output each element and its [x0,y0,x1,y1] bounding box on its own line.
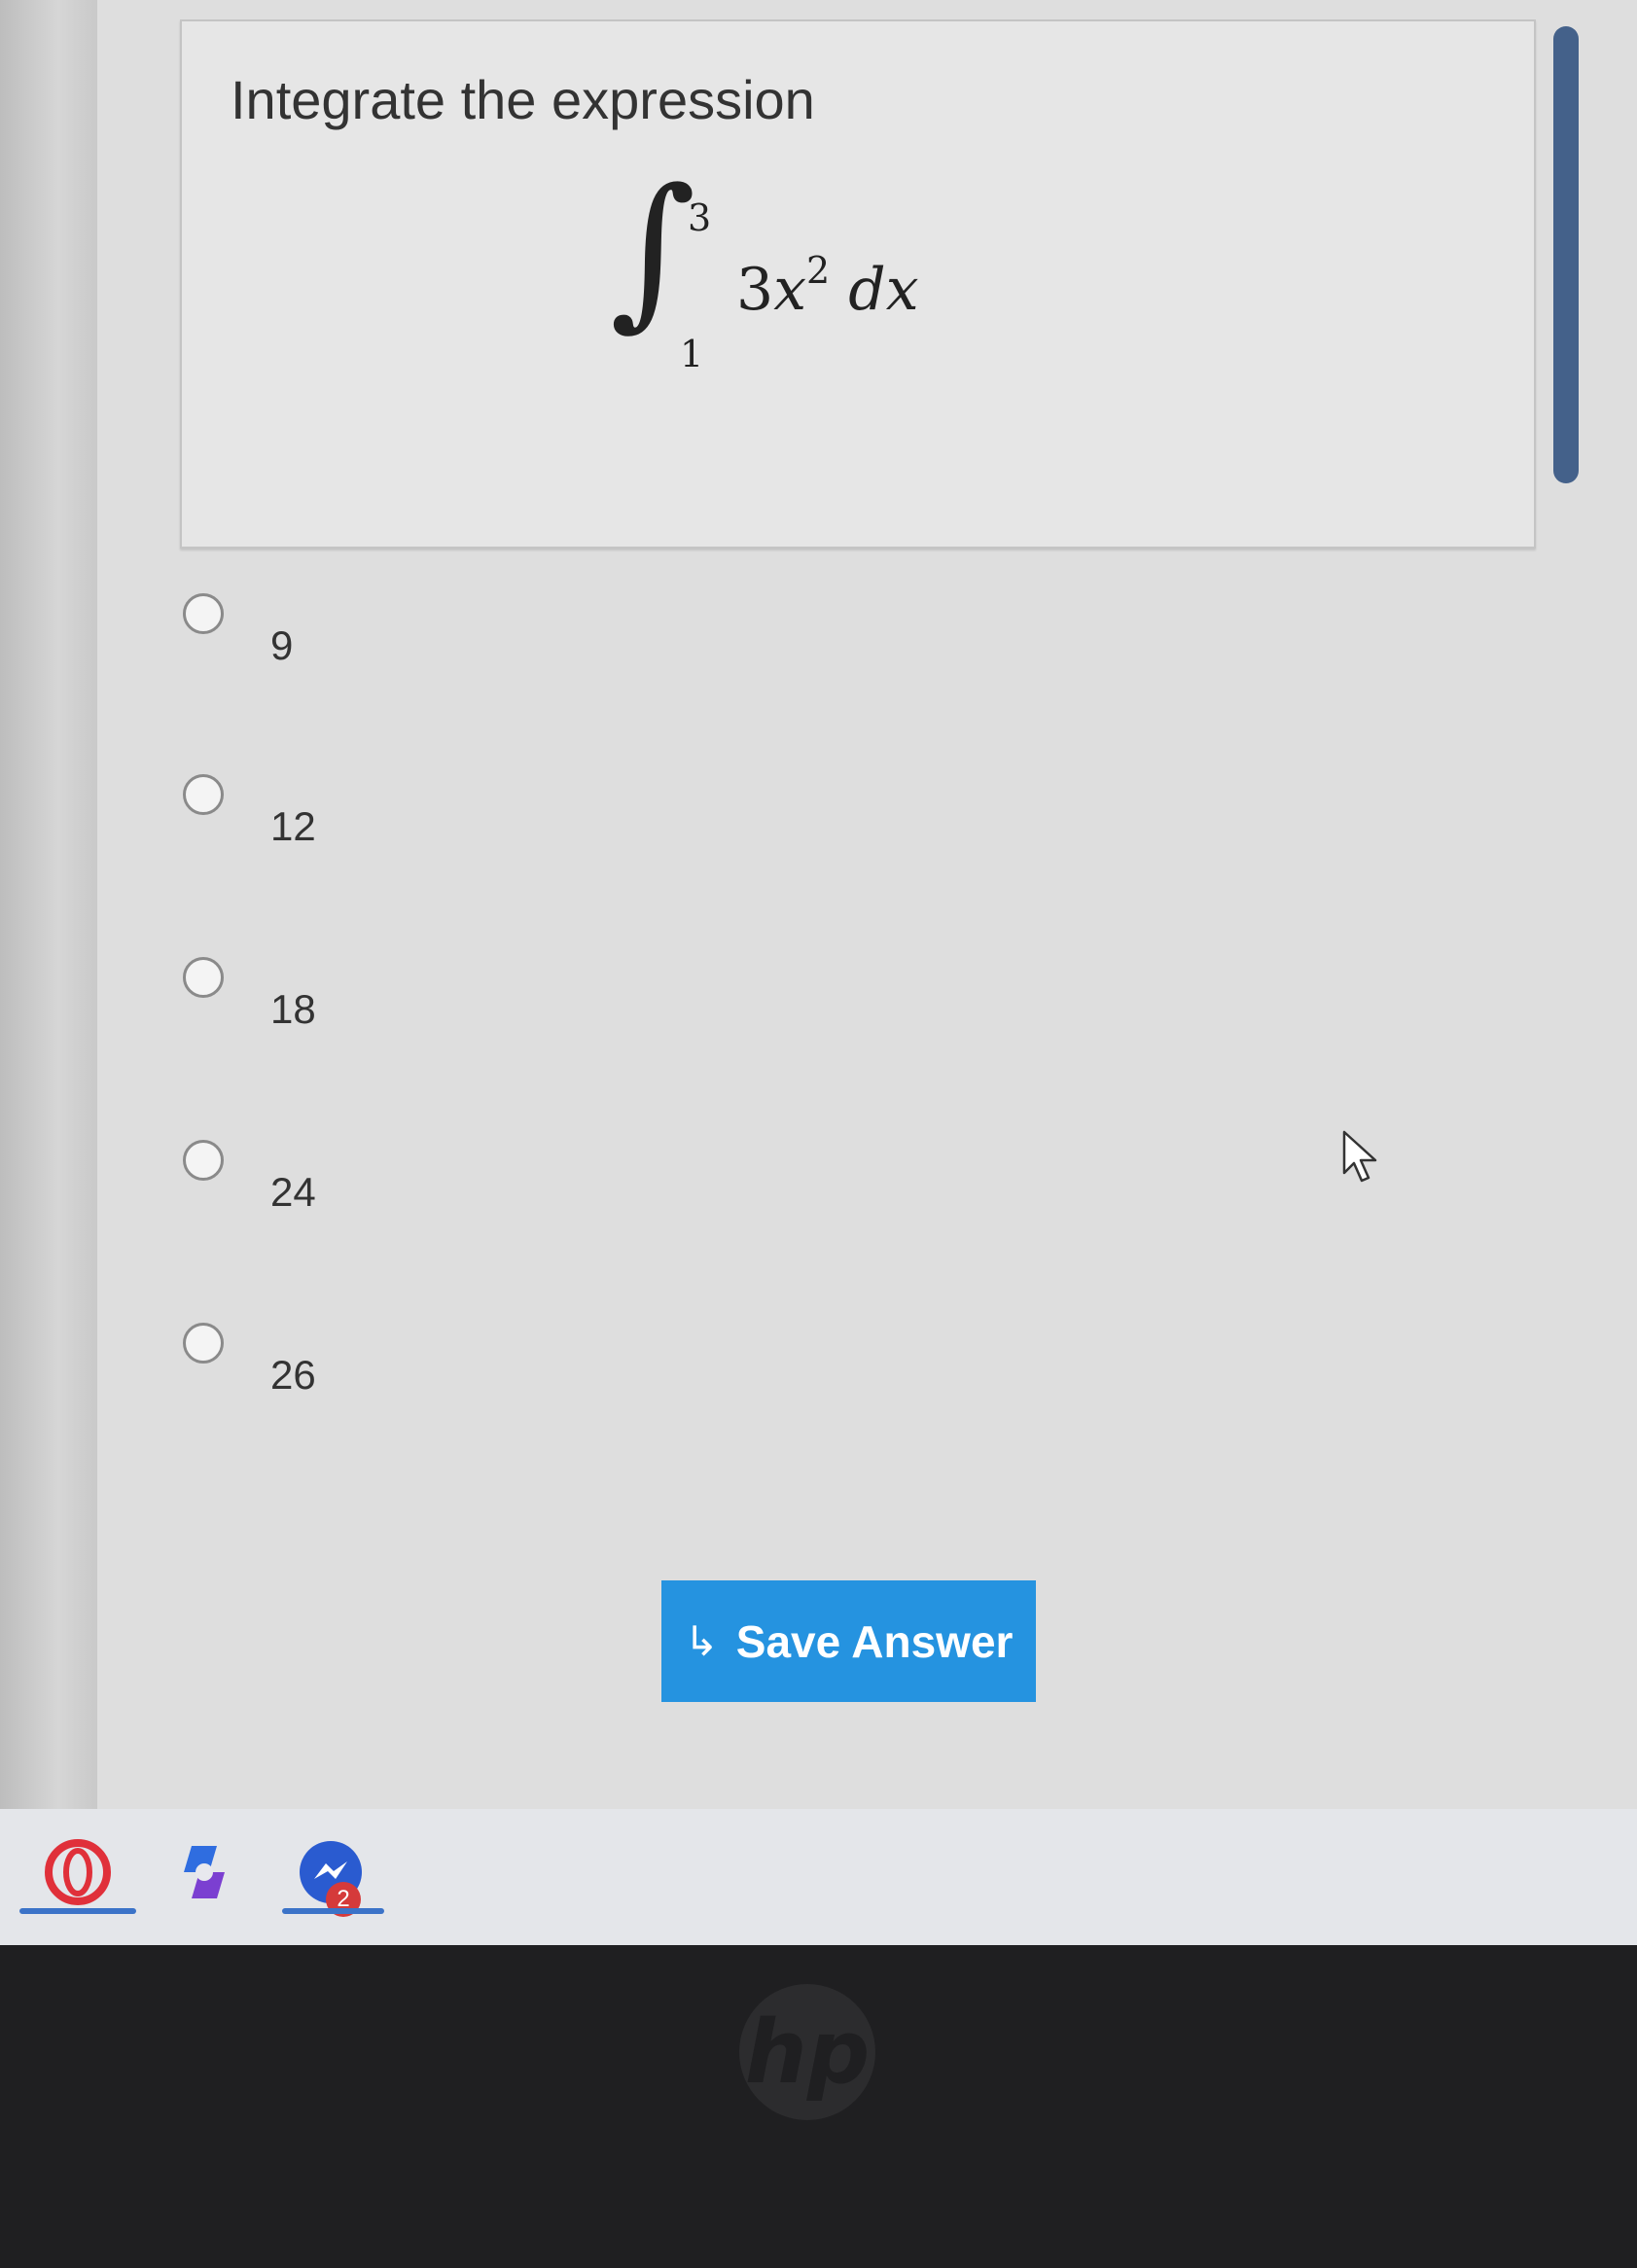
option-label: 12 [270,803,316,849]
radio-button[interactable] [183,593,224,634]
variable: x [773,256,807,324]
upper-limit: 3 [688,196,712,239]
question-prompt: Integrate the expression [231,69,815,130]
opera-icon[interactable] [44,1838,112,1906]
coefficient: 3 [736,256,774,324]
hp-logo: hp [739,1984,875,2120]
active-app-indicator [282,1908,384,1914]
monitor-bezel: hp [0,1945,1637,2268]
taskbar: 2 [0,1809,1637,1945]
radio-button[interactable] [183,1140,224,1181]
question-card: Integrate the expression ∫ 3 1 3x2 dx [180,19,1579,549]
exponent: 2 [806,249,831,292]
option-12[interactable]: 12 [183,774,572,852]
option-24[interactable]: 24 [183,1140,572,1218]
integral-sign: ∫ [610,154,696,346]
integrand: 3x2 dx [736,249,919,324]
return-arrow-icon: ↳ [684,1618,719,1664]
differential: dx [848,256,919,324]
copilot-icon[interactable] [170,1838,238,1906]
mouse-pointer-icon [1342,1130,1377,1183]
integral-formula: ∫ 3 1 3x2 dx [610,167,999,391]
monitor-left-edge [0,0,97,1809]
option-label: 26 [270,1352,316,1398]
scrollbar-thumb[interactable] [1553,26,1579,483]
option-label: 9 [270,622,294,668]
screen: Integrate the expression ∫ 3 1 3x2 dx 9 … [97,0,1637,1809]
radio-button[interactable] [183,1323,224,1364]
radio-button[interactable] [183,957,224,998]
save-answer-label: Save Answer [735,1615,1014,1667]
option-label: 24 [270,1169,316,1215]
option-26[interactable]: 26 [183,1323,572,1400]
active-app-indicator [19,1908,136,1914]
option-18[interactable]: 18 [183,957,572,1035]
lower-limit: 1 [680,333,704,375]
save-answer-button[interactable]: ↳ Save Answer [661,1580,1036,1702]
option-label: 18 [270,986,316,1032]
radio-button[interactable] [183,774,224,815]
option-9[interactable]: 9 [183,593,572,671]
